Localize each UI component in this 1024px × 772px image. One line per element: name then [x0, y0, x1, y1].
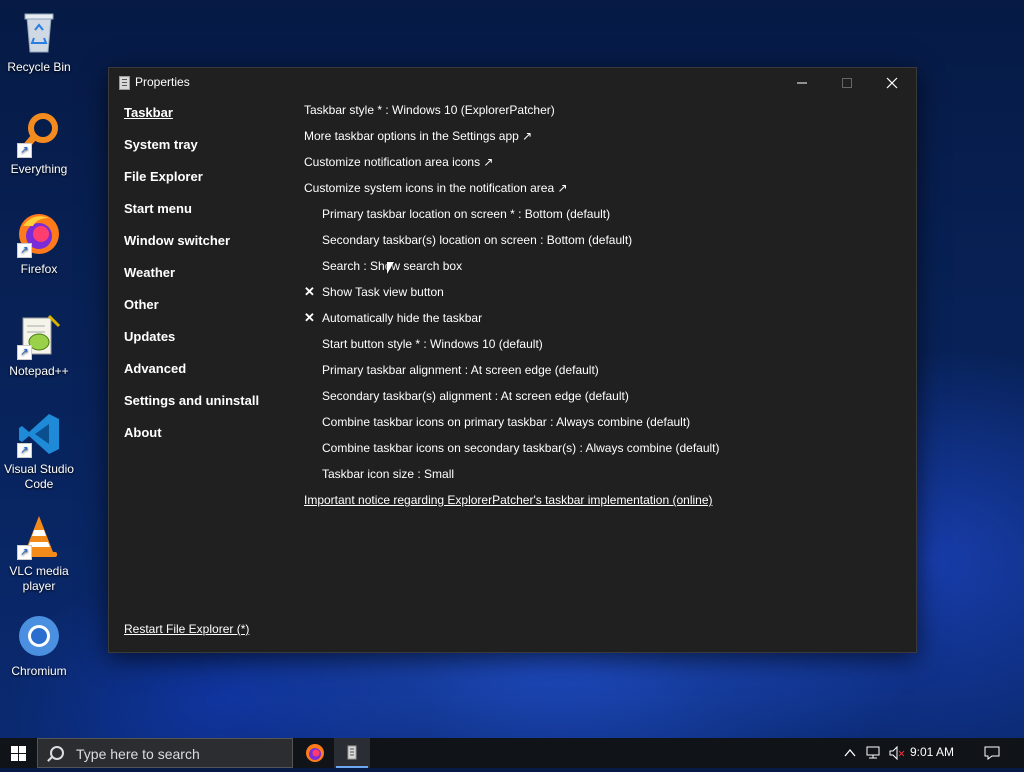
notepad-plus-plus-icon: ↗	[15, 312, 63, 360]
close-button[interactable]	[869, 68, 914, 98]
shortcut-arrow-icon: ↗	[17, 545, 32, 560]
show-hidden-icons-button[interactable]	[843, 738, 857, 768]
setting-combine-secondary[interactable]: Combine taskbar icons on secondary taskb…	[304, 440, 720, 466]
desktop-icon-everything[interactable]: ↗ Everything	[0, 110, 78, 177]
setting-primary-taskbar-location[interactable]: Primary taskbar location on screen * : B…	[304, 206, 720, 232]
setting-more-taskbar-options-link[interactable]: More taskbar options in the Settings app…	[304, 128, 720, 154]
vlc-icon: ↗	[15, 512, 63, 560]
vscode-icon: ↗	[15, 410, 63, 458]
recycle-bin-icon	[15, 8, 63, 56]
maximize-button	[824, 68, 869, 98]
setting-label: Automatically hide the taskbar	[322, 311, 483, 325]
network-icon[interactable]	[865, 738, 883, 768]
volume-muted-icon[interactable]	[888, 738, 906, 768]
setting-system-icons-link[interactable]: Customize system icons in the notificati…	[304, 180, 720, 206]
desktop-icon-label: Firefox	[20, 262, 58, 276]
setting-start-button-style[interactable]: Start button style * : Windows 10 (defau…	[304, 336, 720, 362]
setting-search[interactable]: Search : Show search box	[304, 258, 720, 284]
setting-label: Show Task view button	[322, 285, 444, 299]
nav-item-system-tray[interactable]: System tray	[124, 136, 259, 168]
nav-item-other[interactable]: Other	[124, 296, 259, 328]
shortcut-arrow-icon: ↗	[17, 345, 32, 360]
chevron-up-icon	[844, 748, 856, 757]
windows-logo-icon	[11, 746, 18, 753]
desktop-icon-chromium[interactable]: Chromium	[0, 612, 78, 679]
properties-window: Properties Taskbar System tray File Expl…	[108, 67, 917, 653]
properties-app-icon	[347, 745, 357, 760]
firefox-icon	[306, 744, 324, 762]
setting-combine-primary[interactable]: Combine taskbar icons on primary taskbar…	[304, 414, 720, 440]
taskbar-firefox-button[interactable]	[297, 738, 333, 768]
shortcut-arrow-icon: ↗	[17, 243, 32, 258]
settings-list: Taskbar style * : Windows 10 (ExplorerPa…	[304, 102, 720, 518]
desktop-icon-notepad-plus-plus[interactable]: ↗ Notepad++	[0, 312, 78, 379]
search-placeholder: Type here to search	[76, 746, 200, 762]
desktop-icon-label: Recycle Bin	[7, 60, 71, 74]
setting-notification-area-icons-link[interactable]: Customize notification area icons ↗	[304, 154, 720, 180]
windows-logo-pane	[11, 754, 18, 761]
sidebar-nav: Taskbar System tray File Explorer Start …	[124, 104, 259, 456]
minimize-button[interactable]	[779, 68, 824, 98]
chromium-icon	[15, 612, 63, 660]
setting-secondary-taskbar-alignment[interactable]: Secondary taskbar(s) alignment : At scre…	[304, 388, 720, 414]
desktop-icon-label: Everything	[10, 162, 68, 176]
taskbar-properties-button[interactable]	[334, 738, 370, 768]
nav-item-start-menu[interactable]: Start menu	[124, 200, 259, 232]
search-icon	[50, 746, 64, 760]
important-notice-link[interactable]: Important notice regarding ExplorerPatch…	[304, 492, 720, 518]
windows-logo-pane	[19, 746, 26, 753]
title-bar[interactable]: Properties	[109, 68, 916, 98]
properties-app-icon	[119, 76, 130, 90]
notifications-button[interactable]	[983, 738, 1001, 768]
setting-taskbar-icon-size[interactable]: Taskbar icon size : Small	[304, 466, 720, 492]
desktop-icon-firefox[interactable]: ↗ Firefox	[0, 210, 78, 277]
setting-show-task-view-button[interactable]: ✕ Show Task view button	[304, 284, 720, 310]
desktop-icon-vlc[interactable]: ↗ VLC media player	[0, 512, 78, 594]
desktop-icon-label: Notepad++	[9, 364, 69, 378]
mouse-cursor-icon	[387, 262, 394, 274]
setting-secondary-taskbar-location[interactable]: Secondary taskbar(s) location on screen …	[304, 232, 720, 258]
desktop-icon-recycle-bin[interactable]: Recycle Bin	[0, 8, 78, 75]
setting-taskbar-style[interactable]: Taskbar style * : Windows 10 (ExplorerPa…	[304, 102, 720, 128]
nav-item-settings-and-uninstall[interactable]: Settings and uninstall	[124, 392, 259, 424]
shortcut-arrow-icon: ↗	[17, 143, 32, 158]
nav-item-advanced[interactable]: Advanced	[124, 360, 259, 392]
shortcut-arrow-icon: ↗	[17, 443, 32, 458]
window-title: Properties	[135, 75, 190, 89]
everything-search-icon: ↗	[15, 110, 63, 158]
desktop-icon-label: VLC media player	[9, 564, 69, 593]
desktop-icon-label: Chromium	[11, 664, 67, 678]
setting-primary-taskbar-alignment[interactable]: Primary taskbar alignment : At screen ed…	[304, 362, 720, 388]
setting-auto-hide-taskbar[interactable]: ✕ Automatically hide the taskbar	[304, 310, 720, 336]
taskbar-clock[interactable]: 9:01 AM	[910, 745, 954, 759]
nav-item-taskbar[interactable]: Taskbar	[124, 104, 259, 136]
nav-item-window-switcher[interactable]: Window switcher	[124, 232, 259, 264]
desktop-icon-vscode[interactable]: ↗ Visual Studio Code	[0, 410, 78, 492]
windows-logo-pane	[19, 754, 26, 761]
checked-icon: ✕	[304, 310, 315, 325]
taskbar-search-box[interactable]: Type here to search	[37, 738, 293, 768]
restart-file-explorer-link[interactable]: Restart File Explorer (*)	[124, 622, 249, 636]
desktop-icon-label: Visual Studio Code	[4, 462, 74, 491]
notification-icon	[984, 746, 1000, 760]
nav-item-file-explorer[interactable]: File Explorer	[124, 168, 259, 200]
nav-item-weather[interactable]: Weather	[124, 264, 259, 296]
taskbar: Type here to search 9:01 AM	[0, 738, 1024, 768]
nav-item-about[interactable]: About	[124, 424, 259, 456]
firefox-icon: ↗	[15, 210, 63, 258]
start-button[interactable]	[0, 738, 36, 768]
checked-icon: ✕	[304, 284, 315, 299]
nav-item-updates[interactable]: Updates	[124, 328, 259, 360]
